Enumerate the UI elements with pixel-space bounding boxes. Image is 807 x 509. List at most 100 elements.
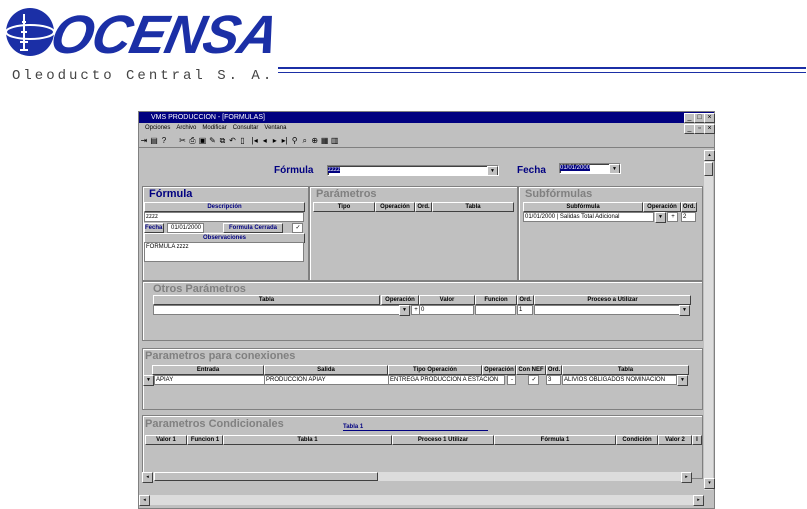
- scroll-right-icon[interactable]: ▸: [681, 472, 692, 483]
- scroll-left-icon[interactable]: ◂: [142, 472, 153, 483]
- col-valor-1: Valor 1: [145, 435, 187, 445]
- menu-ventana[interactable]: Ventana: [264, 125, 286, 131]
- otros-panel-title: Otros Parámetros: [153, 283, 246, 295]
- tabla-cell[interactable]: ALIVIOS OBLIGADOS NOMINACION: [562, 375, 677, 385]
- fecha-inline-field[interactable]: 01/01/2000: [167, 223, 204, 233]
- document-icon[interactable]: ▯: [237, 134, 247, 147]
- ord-cell[interactable]: 3: [546, 375, 561, 385]
- subformulas-panel: Subfórmulas Subfórmula Operación Ord. 01…: [518, 186, 703, 281]
- scroll-down-icon[interactable]: ▾: [704, 478, 715, 489]
- first-icon[interactable]: |◂: [250, 134, 260, 147]
- scroll-thumb[interactable]: [704, 162, 713, 176]
- title-bar: VMS PRODUCCION - [FORMULAS] _ □ ×: [139, 112, 715, 123]
- subformula-cell[interactable]: 01/01/2000 | Salidas Total Adicional: [523, 212, 654, 222]
- tab-tabla-1[interactable]: Tabla 1: [343, 424, 488, 431]
- entrada-cell[interactable]: APIAY: [154, 375, 265, 385]
- toolbar: ⇥ ▤? ✂ ⎙ ▣ ✎ ⧉ ↶ ▯ |◂ ◂ ▸ ▸| ⚲ ⌕ ⊕ ▦ ▥: [139, 134, 714, 148]
- ocensa-logo: OCENSA Oleoducto Central S. A.: [4, 2, 283, 84]
- scroll-up-icon[interactable]: ▴: [704, 150, 715, 161]
- prev-icon[interactable]: ◂: [260, 134, 270, 147]
- next-icon[interactable]: ▸: [270, 134, 280, 147]
- col-funcion-1: Funcion 1: [187, 435, 223, 445]
- chevron-down-icon[interactable]: ▼: [679, 305, 690, 316]
- formula-cerrada-checkbox[interactable]: ✓: [292, 223, 303, 233]
- col-proceso: Proceso a Utilizar: [534, 295, 691, 305]
- otros-ord-cell[interactable]: 1: [517, 305, 533, 315]
- exit-icon[interactable]: ⇥: [139, 134, 149, 147]
- subformulas-panel-title: Subfórmulas: [525, 188, 593, 200]
- formula-label: Fórmula: [274, 165, 314, 176]
- subformula-ord-cell[interactable]: 2: [681, 212, 696, 222]
- fecha-inline-label: Fecha: [144, 223, 164, 233]
- chevron-down-icon[interactable]: ▼: [143, 375, 154, 386]
- chevron-down-icon[interactable]: ▼: [677, 375, 688, 386]
- scroll-left-icon[interactable]: ◂: [139, 495, 150, 506]
- col-tabla: Tabla: [562, 365, 689, 375]
- undo-icon[interactable]: ↶: [227, 134, 237, 147]
- menu-archivo[interactable]: Archivo: [176, 125, 196, 131]
- subformula-operacion-cell[interactable]: +: [667, 212, 678, 222]
- cut-icon[interactable]: ✂: [177, 134, 187, 147]
- copy-icon[interactable]: ⧉: [217, 134, 227, 147]
- chevron-down-icon[interactable]: ▼: [487, 166, 498, 175]
- formula-cerrada-label: Formula Cerrada: [223, 223, 283, 233]
- col-valor-2: Valor 2: [658, 435, 692, 445]
- logo-rule-thin: [278, 72, 806, 73]
- otros-funcion-cell[interactable]: [475, 305, 516, 315]
- conexiones-panel: Parametros para conexiones Entrada Salid…: [142, 348, 703, 410]
- conexiones-panel-title: Parametros para conexiones: [145, 350, 296, 362]
- last-icon[interactable]: ▸|: [280, 134, 290, 147]
- inner-horizontal-scrollbar[interactable]: ◂ ▸: [142, 472, 692, 483]
- doc-close-button[interactable]: ×: [704, 124, 715, 134]
- col-operacion: Operación: [482, 365, 516, 375]
- otros-tabla-cell[interactable]: [153, 305, 401, 315]
- col-ord: Ord.: [517, 295, 534, 305]
- menu-consultar[interactable]: Consultar: [233, 125, 259, 131]
- col-operacion: Operación: [381, 295, 419, 305]
- window-horizontal-scrollbar[interactable]: ◂ ▸: [139, 495, 704, 506]
- print-icon[interactable]: ▤: [149, 134, 159, 147]
- col-formula-1: Fórmula 1: [494, 435, 616, 445]
- col-entrada: Entrada: [152, 365, 264, 375]
- salida-cell[interactable]: PRODUCCION APIAY: [264, 375, 389, 385]
- parametros-panel-title: Parámetros: [316, 188, 377, 200]
- condicionales-panel-title: Parametros Condicionales: [145, 418, 284, 430]
- col-subformula: Subfórmula: [523, 202, 643, 212]
- col-salida: Salida: [264, 365, 388, 375]
- col-con-nef: Con NEF: [516, 365, 546, 375]
- grid-icon[interactable]: ▥: [330, 134, 340, 147]
- otros-proceso-cell[interactable]: [534, 305, 680, 315]
- app-window: VMS PRODUCCION - [FORMULAS] _ □ × Opcion…: [138, 111, 715, 509]
- edit-icon[interactable]: ✎: [207, 134, 217, 147]
- operacion-cell[interactable]: -: [507, 375, 516, 385]
- col-valor: Valor: [419, 295, 475, 305]
- col-proceso-1: Proceso 1 Utilizar: [392, 435, 494, 445]
- observaciones-field[interactable]: FORMULA zzzz: [144, 242, 304, 262]
- chevron-down-icon[interactable]: ▼: [399, 305, 410, 316]
- con-nef-checkbox[interactable]: ✓: [528, 375, 539, 385]
- close-button[interactable]: ×: [704, 113, 715, 123]
- chevron-down-icon[interactable]: ▼: [609, 164, 620, 173]
- print2-icon[interactable]: ⎙: [187, 134, 197, 147]
- report-icon[interactable]: ▦: [320, 134, 330, 147]
- chevron-down-icon[interactable]: ▼: [655, 212, 666, 223]
- find-icon[interactable]: ⌕: [300, 134, 310, 147]
- save-icon[interactable]: ▣: [197, 134, 207, 147]
- tipo-operacion-cell[interactable]: ENTREGA PRODUCCION A ESTACION: [388, 375, 505, 385]
- vertical-scrollbar[interactable]: ▴ ▾: [704, 150, 715, 490]
- parametros-panel: Parámetros Tipo Operación Ord. Tabla: [309, 186, 518, 281]
- descripcion-field[interactable]: zzzz: [144, 212, 304, 222]
- menu-opciones[interactable]: Opciones: [145, 125, 170, 131]
- scroll-right-icon[interactable]: ▸: [693, 495, 704, 506]
- filter-icon[interactable]: ⚲: [290, 134, 300, 147]
- zoom-icon[interactable]: ⊕: [310, 134, 320, 147]
- help-icon[interactable]: ?: [159, 134, 169, 147]
- logo-rule: [278, 67, 806, 69]
- fecha-select[interactable]: 01/01/2000 ▼: [559, 163, 621, 174]
- col-operacion: Operación: [375, 202, 415, 212]
- formula-select[interactable]: zzzz ▼: [327, 165, 499, 176]
- scroll-thumb[interactable]: [154, 472, 378, 481]
- menu-modificar[interactable]: Modificar: [202, 125, 226, 131]
- otros-valor-cell[interactable]: 0: [419, 305, 474, 315]
- brand-name: OCENSA: [45, 5, 284, 65]
